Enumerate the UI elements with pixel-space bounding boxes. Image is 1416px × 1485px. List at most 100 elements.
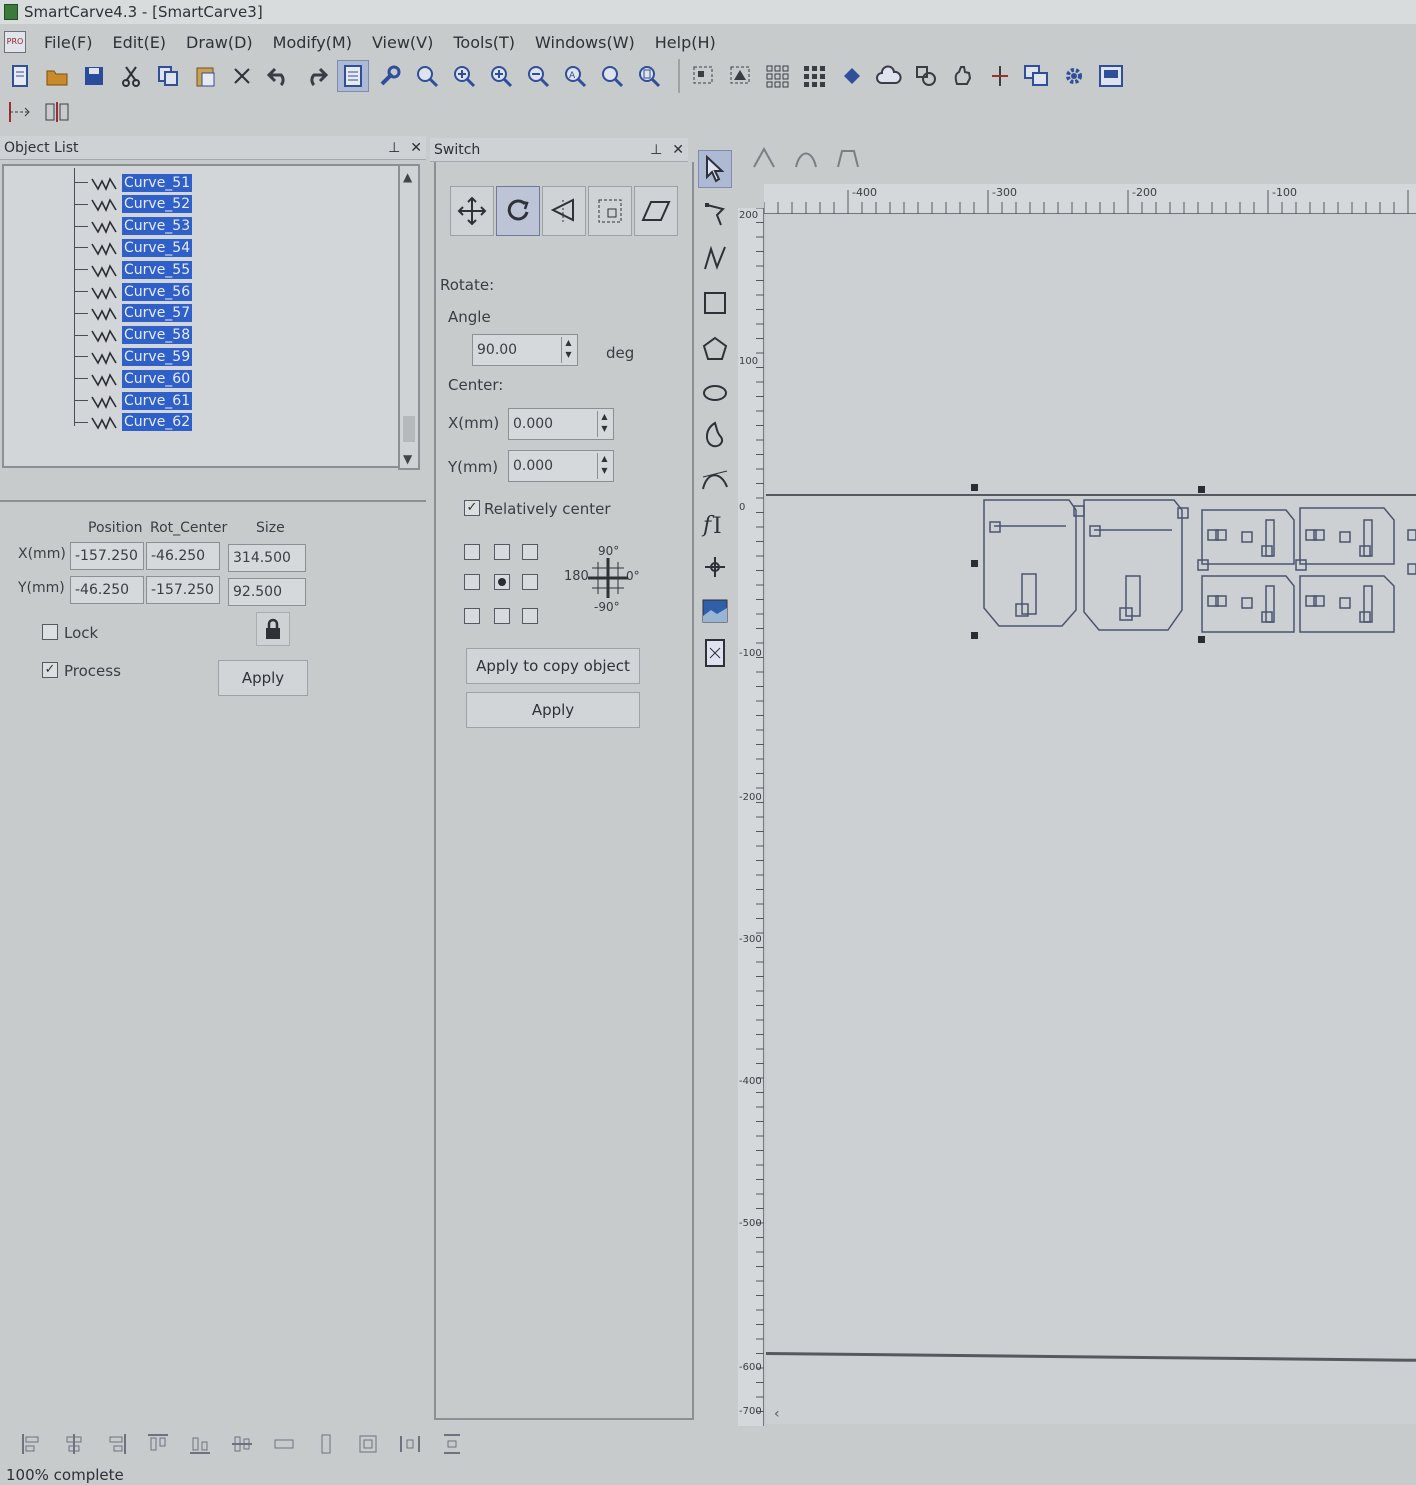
rectangle-tool-icon[interactable] xyxy=(698,284,732,322)
select-tool-icon[interactable] xyxy=(698,150,732,188)
y-position-field[interactable]: -46.250 xyxy=(70,576,144,604)
anchor-top-center[interactable] xyxy=(494,544,510,560)
layers-icon[interactable] xyxy=(1021,60,1053,92)
y-rot-center-field[interactable]: -157.250 xyxy=(146,576,220,604)
align-bottom-icon[interactable] xyxy=(186,1430,214,1458)
menu-windows[interactable]: Windows(W) xyxy=(525,33,645,52)
scroll-down-icon[interactable]: ▼ xyxy=(403,452,412,466)
canvas-workspace[interactable] xyxy=(766,214,1416,1424)
x-rot-center-field[interactable]: -46.250 xyxy=(146,542,220,570)
new-file-icon[interactable] xyxy=(4,60,36,92)
anchor-middle-left[interactable] xyxy=(464,574,480,590)
apply-to-copy-button[interactable]: Apply to copy object xyxy=(466,648,640,684)
ellipse-tool-icon[interactable] xyxy=(698,374,732,412)
align-right-icon[interactable] xyxy=(102,1430,130,1458)
switch-pin-icon[interactable]: ⊥ xyxy=(650,142,662,158)
distribute-v-icon[interactable] xyxy=(438,1430,466,1458)
align-top-icon[interactable] xyxy=(144,1430,172,1458)
scale-icon[interactable] xyxy=(588,186,632,236)
object-list-toggle-icon[interactable] xyxy=(337,60,369,92)
tree-item[interactable]: Curve_62 xyxy=(74,412,193,433)
center-x-spinner-icon[interactable]: ▲ ▼ xyxy=(597,411,611,437)
tree-item[interactable]: Curve_52 xyxy=(74,194,193,215)
menu-file[interactable]: File(F) xyxy=(34,33,102,52)
move-icon[interactable] xyxy=(450,186,494,236)
polyline-tool-icon[interactable] xyxy=(698,240,732,278)
document-icon[interactable]: PRO xyxy=(4,31,26,53)
tree-item[interactable]: Curve_58 xyxy=(74,325,193,346)
undo-icon[interactable] xyxy=(263,60,295,92)
angle-dial-icon[interactable] xyxy=(588,558,628,598)
zoom-page-icon[interactable] xyxy=(633,60,665,92)
array-copy-icon[interactable] xyxy=(799,60,831,92)
arc-tool-3-icon[interactable] xyxy=(834,145,862,173)
apply-switch-button[interactable]: Apply xyxy=(466,692,640,728)
menu-modify[interactable]: Modify(M) xyxy=(263,33,362,52)
cloud-icon[interactable] xyxy=(873,60,905,92)
center-y-input[interactable]: 0.000 ▲ ▼ xyxy=(508,450,614,482)
arc-tool-1-icon[interactable] xyxy=(750,145,778,173)
device-icon[interactable] xyxy=(1095,60,1127,92)
redo-icon[interactable] xyxy=(300,60,332,92)
menu-edit[interactable]: Edit(E) xyxy=(102,33,176,52)
zoom-icon[interactable] xyxy=(411,60,443,92)
rotate-icon[interactable] xyxy=(496,186,540,236)
switch-close-icon[interactable]: ✕ xyxy=(672,142,684,158)
lock-button[interactable] xyxy=(256,612,290,646)
convert-icon[interactable] xyxy=(910,60,942,92)
tree-item[interactable]: Curve_55 xyxy=(74,259,193,280)
distance-icon[interactable] xyxy=(4,96,36,128)
align-center-h-icon[interactable] xyxy=(228,1430,256,1458)
close-icon[interactable]: ✕ xyxy=(410,140,422,156)
zoom-in-icon[interactable] xyxy=(448,60,480,92)
image-tool-icon[interactable] xyxy=(698,592,732,630)
array-icon[interactable] xyxy=(762,60,794,92)
ungroup-icon[interactable] xyxy=(725,60,757,92)
settings-wrench-icon[interactable] xyxy=(374,60,406,92)
tree-scrollbar[interactable]: ▲ ▼ xyxy=(398,164,420,470)
import-file-tool-icon[interactable] xyxy=(698,634,732,672)
anchor-bottom-left[interactable] xyxy=(464,608,480,624)
center-y-spinner-icon[interactable]: ▲ ▼ xyxy=(597,453,611,479)
tree-item[interactable]: Curve_61 xyxy=(74,390,193,411)
save-icon[interactable] xyxy=(78,60,110,92)
anchor-top-left[interactable] xyxy=(464,544,480,560)
crosshair-tool-icon[interactable] xyxy=(698,548,732,586)
fill-icon[interactable] xyxy=(836,60,868,92)
zoom-all-icon[interactable]: A xyxy=(559,60,591,92)
menu-draw[interactable]: Draw(D) xyxy=(176,33,263,52)
delete-icon[interactable] xyxy=(226,60,258,92)
skew-icon[interactable] xyxy=(634,186,678,236)
pin-icon[interactable]: ⊥ xyxy=(388,140,400,156)
angle-input[interactable]: 90.00 ▲ ▼ xyxy=(472,334,578,366)
copy-icon[interactable] xyxy=(152,60,184,92)
align-center-v-icon[interactable] xyxy=(60,1430,88,1458)
anchor-bottom-center[interactable] xyxy=(494,608,510,624)
menu-view[interactable]: View(V) xyxy=(362,33,443,52)
bezier-tool-icon[interactable] xyxy=(698,460,732,498)
mirror-icon[interactable] xyxy=(41,96,73,128)
angle-spinner-icon[interactable]: ▲ ▼ xyxy=(561,337,575,363)
lock-checkbox[interactable] xyxy=(42,624,58,640)
freehand-tool-icon[interactable] xyxy=(698,416,732,454)
same-height-icon[interactable] xyxy=(312,1430,340,1458)
tree-item[interactable]: Curve_56 xyxy=(74,281,193,302)
tree-item[interactable]: Curve_54 xyxy=(74,237,193,258)
arc-tool-2-icon[interactable] xyxy=(792,145,820,173)
tree-item[interactable]: Curve_57 xyxy=(74,303,193,324)
group-icon[interactable] xyxy=(688,60,720,92)
cut-icon[interactable] xyxy=(115,60,147,92)
process-checkbox[interactable]: ✓ xyxy=(42,662,58,678)
zoom-out-icon[interactable] xyxy=(522,60,554,92)
measure-icon[interactable] xyxy=(984,60,1016,92)
canvas-scroll-left-icon[interactable]: ‹ xyxy=(774,1406,780,1422)
scroll-up-icon[interactable]: ▲ xyxy=(403,170,412,184)
polygon-tool-icon[interactable] xyxy=(698,330,732,368)
open-file-icon[interactable] xyxy=(41,60,73,92)
x-position-field[interactable]: -157.250 xyxy=(70,542,144,570)
object-tree[interactable] xyxy=(2,164,398,468)
anchor-center[interactable] xyxy=(494,574,510,590)
selected-objects[interactable] xyxy=(964,480,1416,650)
anchor-middle-right[interactable] xyxy=(522,574,538,590)
anchor-bottom-right[interactable] xyxy=(522,608,538,624)
